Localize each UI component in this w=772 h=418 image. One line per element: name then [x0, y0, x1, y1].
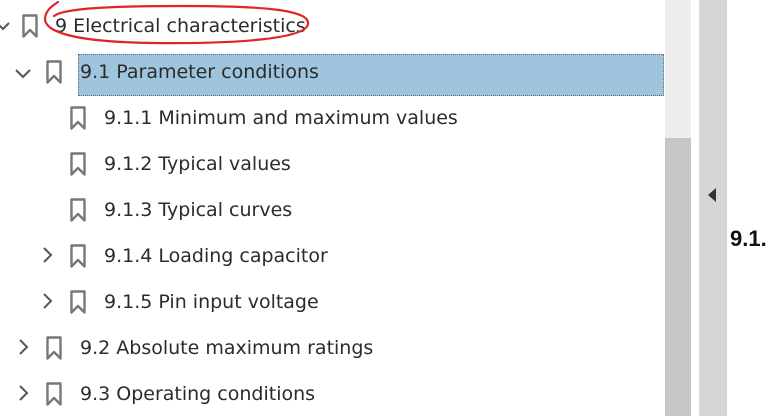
bookmark-row-min-max-values[interactable]: 9.1.1 Minimum and maximum values — [0, 96, 664, 142]
bookmark-label: 9.3 Operating conditions — [80, 383, 316, 405]
bookmark-label: 9.1.3 Typical curves — [104, 199, 293, 221]
bookmark-label: 9.1 Parameter conditions — [80, 61, 319, 83]
bookmark-label: 9.1.2 Typical values — [104, 153, 291, 175]
bookmark-row-absolute-maximum-ratings[interactable]: 9.2 Absolute maximum ratings — [0, 326, 664, 372]
bookmark-row-parameter-conditions[interactable]: 9.1 Parameter conditions — [0, 50, 664, 96]
bookmark-row-pin-input-voltage[interactable]: 9.1.5 Pin input voltage — [0, 280, 664, 326]
chevron-down-icon[interactable] — [0, 18, 14, 36]
bookmark-row-typical-values[interactable]: 9.1.2 Typical values — [0, 142, 664, 188]
bookmark-row-operating-conditions[interactable]: 9.3 Operating conditions — [0, 372, 664, 418]
bookmark-icon — [46, 336, 62, 360]
chevron-right-icon[interactable] — [38, 246, 56, 264]
bookmark-icon — [46, 60, 62, 84]
chevron-right-icon[interactable] — [14, 338, 32, 356]
bookmark-label: 9.1.5 Pin input voltage — [104, 291, 319, 313]
panel-collapse-strip[interactable] — [699, 0, 727, 416]
bookmark-row-typical-curves[interactable]: 9.1.3 Typical curves — [0, 188, 664, 234]
bookmark-icon — [70, 152, 86, 176]
chevron-down-icon[interactable] — [14, 64, 32, 82]
collapse-arrow-icon[interactable] — [708, 188, 716, 202]
bookmark-label: 9.2 Absolute maximum ratings — [80, 337, 374, 359]
annotation-circle — [43, 0, 310, 45]
bookmark-icon — [70, 106, 86, 130]
bookmark-icon — [70, 198, 86, 222]
bookmark-icon — [70, 290, 86, 314]
bookmark-icon — [70, 244, 86, 268]
bookmark-row-loading-capacitor[interactable]: 9.1.4 Loading capacitor — [0, 234, 664, 280]
document-heading-fragment: 9.1. — [730, 226, 767, 251]
bookmarks-panel: 9 Electrical characteristics 9.1 Paramet… — [0, 0, 664, 416]
bookmark-label: 9.1.4 Loading capacitor — [104, 245, 328, 267]
bookmark-icon — [46, 382, 62, 406]
chevron-right-icon[interactable] — [38, 292, 56, 310]
panel-gap — [691, 0, 699, 416]
chevron-right-icon[interactable] — [14, 384, 32, 402]
bookmark-label: 9.1.1 Minimum and maximum values — [104, 107, 458, 129]
scrollbar-thumb[interactable] — [665, 138, 691, 416]
